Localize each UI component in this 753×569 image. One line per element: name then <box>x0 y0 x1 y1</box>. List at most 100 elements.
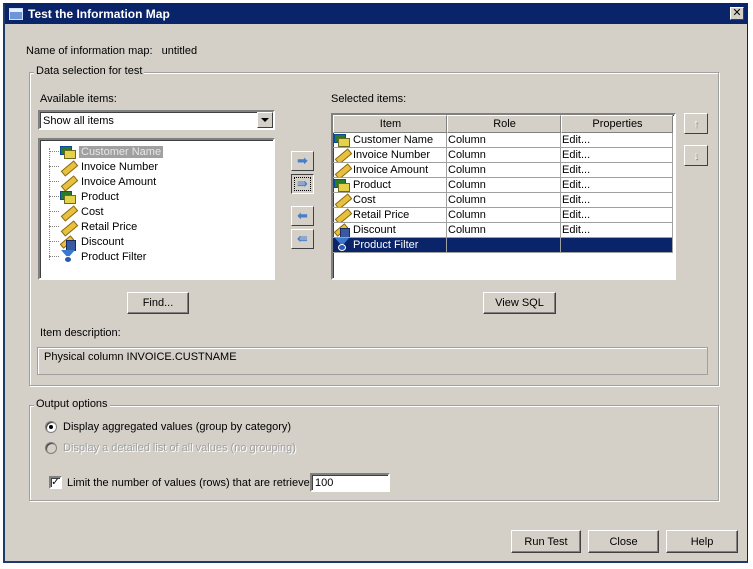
tree-connector <box>49 241 59 242</box>
cell-item-label: Invoice Number <box>353 149 431 161</box>
double-arrow-right-icon: ⇛ <box>297 176 308 191</box>
tree-item-label: Customer Name <box>79 145 164 158</box>
available-items-label: Available items: <box>40 93 117 105</box>
cell-item-label: Product Filter <box>353 239 419 251</box>
view-sql-label: View SQL <box>495 297 544 309</box>
available-items-tree[interactable]: Customer Name Invoice Number Invoice Amoun… <box>38 138 275 280</box>
close-button[interactable]: Close <box>588 530 659 553</box>
table-row[interactable]: Invoice Number Column Edit... <box>333 148 673 163</box>
tree-connector <box>49 151 59 152</box>
cell-role[interactable]: Column <box>447 223 561 238</box>
dropdown-arrow-button[interactable] <box>257 112 273 128</box>
cell-item[interactable]: Retail Price <box>333 208 447 223</box>
run-test-label: Run Test <box>524 535 568 548</box>
arrow-left-icon: ⬅ <box>297 208 308 223</box>
cell-properties-edit[interactable]: Edit... <box>561 223 673 238</box>
radio-aggregated-option[interactable]: Display aggregated values (group by cate… <box>45 421 291 433</box>
radio-aggregated[interactable] <box>45 421 57 433</box>
selected-items-table[interactable]: Item Role Properties Customer Name Column… <box>331 113 676 280</box>
table-header: Item Role Properties <box>333 115 673 133</box>
table-row[interactable]: Discount Column Edit... <box>333 223 673 238</box>
cell-item-label: Discount <box>353 224 396 236</box>
cell-item[interactable]: Invoice Number <box>333 148 447 163</box>
add-all-items-button[interactable]: ⇛ <box>291 174 314 194</box>
column-header-properties[interactable]: Properties <box>561 115 673 133</box>
cell-properties-edit[interactable]: Edit... <box>561 148 673 163</box>
filter-icon <box>60 249 76 264</box>
table-row[interactable]: Invoice Amount Column Edit... <box>333 163 673 178</box>
move-up-button[interactable]: ↑ <box>684 113 708 134</box>
table-row[interactable]: Retail Price Column Edit... <box>333 208 673 223</box>
tree-item[interactable]: Discount <box>59 234 126 251</box>
cell-properties-edit[interactable]: Edit... <box>561 208 673 223</box>
cell-role[interactable]: Column <box>447 178 561 193</box>
limit-rows-option[interactable]: ✓ Limit the number of values (rows) that… <box>49 476 319 489</box>
remove-item-button[interactable]: ⬅ <box>291 206 314 226</box>
info-map-name-value: untitled <box>161 45 198 57</box>
cell-properties-edit[interactable]: Edit... <box>561 133 673 148</box>
tree-item[interactable]: Retail Price <box>60 219 139 237</box>
help-label: Help <box>690 535 714 548</box>
tree-connector <box>49 148 50 260</box>
tree-item[interactable]: Product <box>60 189 121 204</box>
cell-item-label: Invoice Amount <box>353 164 429 176</box>
radio-detailed-option: Display a detailed list of all values (n… <box>45 442 296 454</box>
close-window-button[interactable]: ✕ <box>730 7 744 20</box>
tree-item[interactable]: Invoice Amount <box>60 174 158 192</box>
radio-detailed-label: Display a detailed list of all values (n… <box>63 442 296 454</box>
cell-item[interactable]: Customer Name <box>333 133 447 148</box>
item-description-label: Item description: <box>40 327 121 339</box>
limit-rows-checkbox[interactable]: ✓ <box>49 476 62 489</box>
cell-properties-edit[interactable]: Edit... <box>561 178 673 193</box>
cell-item[interactable]: Product Filter <box>333 238 447 253</box>
arrow-down-icon: ↓ <box>693 149 699 162</box>
data-selection-legend: Data selection for test <box>34 65 145 77</box>
available-items-filter-dropdown[interactable]: Show all items <box>38 110 275 130</box>
cell-item[interactable]: Cost <box>333 193 447 208</box>
tree-item-label: Cost <box>81 205 104 218</box>
selected-items-label: Selected items: <box>331 93 407 105</box>
radio-detailed <box>45 442 57 454</box>
tree-item[interactable]: Invoice Number <box>60 159 160 177</box>
cell-role[interactable]: Column <box>447 133 561 148</box>
cell-item[interactable]: Product <box>333 178 447 193</box>
table-row[interactable]: Cost Column Edit... <box>333 193 673 208</box>
window-title: Test the Information Map <box>28 7 170 21</box>
info-map-name-row: Name of information map: untitled <box>26 45 197 57</box>
limit-rows-input[interactable]: 100 <box>310 473 390 492</box>
move-down-button[interactable]: ↓ <box>684 145 708 166</box>
tree-item-label: Product Filter <box>81 250 147 263</box>
radio-aggregated-label: Display aggregated values (group by cate… <box>63 421 292 433</box>
help-button[interactable]: Help <box>666 530 738 553</box>
arrow-up-icon: ↑ <box>693 117 699 130</box>
view-sql-button[interactable]: View SQL <box>483 292 556 314</box>
cell-role[interactable]: Column <box>447 193 561 208</box>
add-item-button[interactable]: ➡ <box>291 151 314 171</box>
tree-item[interactable]: Customer Name <box>60 144 164 159</box>
cell-properties-edit[interactable]: Edit... <box>561 163 673 178</box>
table-row[interactable]: Customer Name Column Edit... <box>333 133 673 148</box>
tree-connector <box>49 166 59 167</box>
remove-all-items-button[interactable]: ⇚ <box>291 229 314 249</box>
run-test-button[interactable]: Run Test <box>511 530 581 553</box>
cell-role[interactable]: Column <box>447 148 561 163</box>
cell-item[interactable]: Invoice Amount <box>333 163 447 178</box>
cell-item-label: Product <box>353 179 391 191</box>
limit-rows-label: Limit the number of values (rows) that a… <box>67 476 319 489</box>
tree-item[interactable]: Product Filter <box>60 249 148 264</box>
table-row[interactable]: Product Column Edit... <box>333 178 673 193</box>
table-row[interactable]: Product Filter <box>333 238 673 253</box>
find-button[interactable]: Find... <box>127 292 189 314</box>
column-header-item[interactable]: Item <box>333 115 447 133</box>
cell-role[interactable] <box>447 238 561 253</box>
cell-item[interactable]: Discount <box>333 223 447 238</box>
arrow-right-icon: ➡ <box>297 153 308 168</box>
cell-role[interactable]: Column <box>447 163 561 178</box>
column-header-role[interactable]: Role <box>447 115 561 133</box>
cell-properties-edit[interactable]: Edit... <box>561 193 673 208</box>
cell-role[interactable]: Column <box>447 208 561 223</box>
tree-connector <box>49 256 59 257</box>
window-icon <box>9 8 23 20</box>
cell-properties-edit[interactable] <box>561 238 673 253</box>
tree-item[interactable]: Cost <box>60 204 106 222</box>
